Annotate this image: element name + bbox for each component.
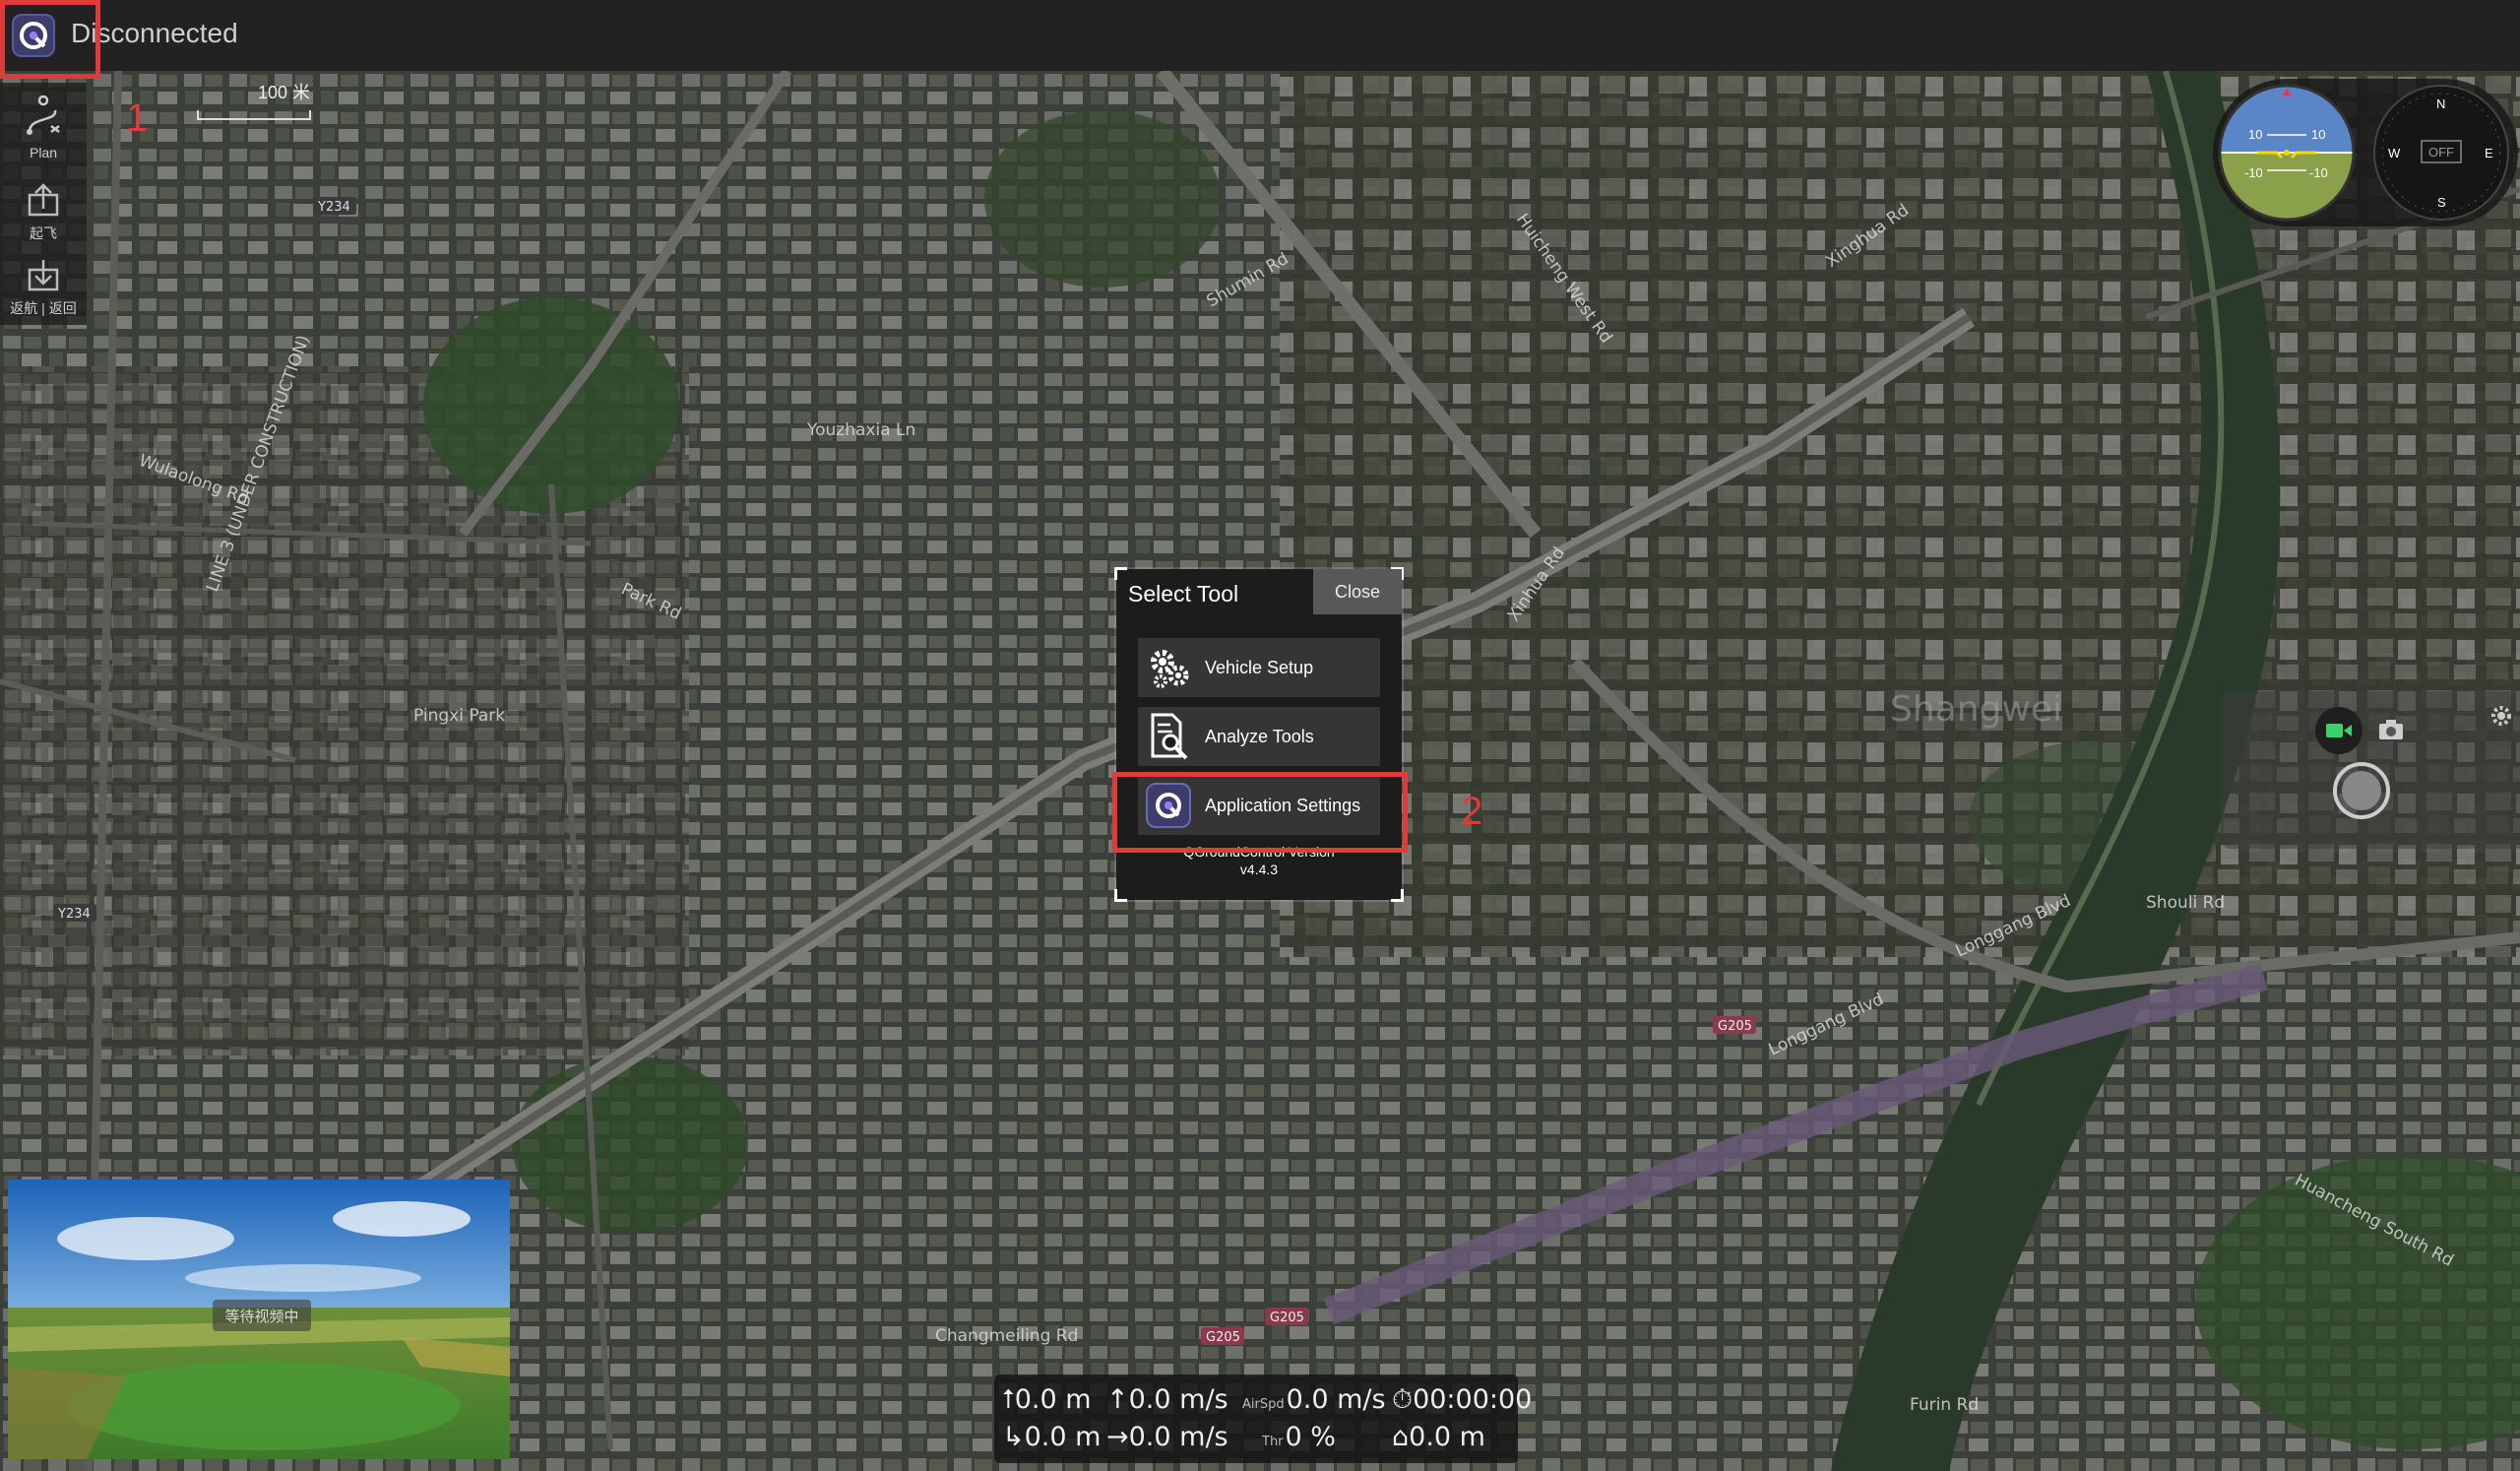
rtl-button[interactable]: 返航 | 返回 xyxy=(0,256,87,318)
analyze-tools-label: Analyze Tools xyxy=(1205,726,1314,746)
compass-s: S xyxy=(2437,195,2446,210)
video-status-label: 等待视频中 xyxy=(213,1300,311,1331)
corner-br xyxy=(1391,889,1404,902)
attitude-label-1: 10 xyxy=(2248,127,2262,142)
analyze-tools-button[interactable]: Analyze Tools xyxy=(1138,707,1380,766)
dialog-header: Select Tool Close xyxy=(1116,569,1402,616)
qgc-logo-icon xyxy=(12,14,55,57)
ground-speed-value: →0.0 m/s xyxy=(1106,1422,1228,1452)
version-number: v4.4.3 xyxy=(1239,862,1279,877)
scale-bar xyxy=(197,110,311,120)
connection-status: Disconnected xyxy=(71,18,238,48)
camera-control-panel xyxy=(2221,691,2520,849)
compass-w: W xyxy=(2388,146,2401,160)
distance-value: ↳0.0 m xyxy=(1002,1422,1102,1452)
qgc-logo-icon xyxy=(1144,781,1193,830)
svg-text:G205: G205 xyxy=(1206,1330,1240,1345)
gears-icon xyxy=(1144,643,1193,692)
application-settings-button[interactable]: Application Settings xyxy=(1138,776,1380,835)
airspeed-value: AirSpd0.0 m/s xyxy=(1242,1384,1386,1415)
plan-icon xyxy=(22,95,65,142)
ground-speed-icon: → xyxy=(1106,1422,1129,1452)
throttle-tag: Thr xyxy=(1262,1435,1284,1449)
attitude-indicator xyxy=(2220,86,2354,220)
altitude-value: ⭡0.0 m xyxy=(1002,1384,1092,1415)
corner-bl xyxy=(1114,889,1127,902)
scale-label: 100 米 xyxy=(258,83,311,102)
version-title: QGroundControl Version xyxy=(1183,844,1335,860)
climb-icon: ↑ xyxy=(1106,1384,1129,1415)
attitude-label-3: -10 xyxy=(2244,165,2263,180)
vehicle-setup-button[interactable]: Vehicle Setup xyxy=(1138,638,1380,697)
vertical-speed-value: ↑0.0 m/s xyxy=(1106,1384,1228,1415)
gear-icon xyxy=(2491,706,2511,726)
video-thumbnail[interactable]: 等待视频中 xyxy=(8,1180,510,1459)
timer-icon: ⏱ xyxy=(1392,1384,1414,1415)
select-tool-dialog: Select Tool Close Vehicle Setup Analyze … xyxy=(1114,567,1404,902)
takeoff-button[interactable]: 起飞 xyxy=(0,181,87,243)
close-button[interactable]: Close xyxy=(1313,569,1402,614)
svg-text:Shangwei: Shangwei xyxy=(1890,689,2062,730)
video-camera-icon xyxy=(2326,724,2352,737)
annotation-marker-1: 1 xyxy=(126,96,149,140)
compass-center: OFF xyxy=(2428,145,2454,160)
shutter-button[interactable] xyxy=(2333,762,2390,819)
compass: N S E W OFF xyxy=(2373,85,2509,221)
return-icon xyxy=(24,260,63,295)
dialog-title: Select Tool xyxy=(1128,581,1239,607)
vehicle-setup-label: Vehicle Setup xyxy=(1205,657,1314,677)
takeoff-label: 起飞 xyxy=(30,225,57,241)
left-toolbar: Plan 起飞 返航 | 返回 xyxy=(0,83,87,325)
home-icon: ⌂ xyxy=(1392,1422,1410,1452)
svg-text:G205: G205 xyxy=(1270,1311,1304,1325)
shutter-inner xyxy=(2342,771,2381,810)
rtl-label: 返航 | 返回 xyxy=(10,300,77,316)
camera-settings-button[interactable] xyxy=(2488,703,2514,729)
telemetry-bar: ⭡0.0 m ↑0.0 m/s AirSpd0.0 m/s ⏱00:00:00 … xyxy=(994,1375,1532,1463)
takeoff-icon xyxy=(24,183,63,221)
top-toolbar: Disconnected xyxy=(0,0,2520,71)
compass-n: N xyxy=(2436,96,2445,111)
plan-label: Plan xyxy=(29,145,58,160)
svg-text:Youzhaxia Ln: Youzhaxia Ln xyxy=(806,420,915,440)
throttle-value: Thr0 % xyxy=(1262,1422,1336,1452)
attitude-label-4: -10 xyxy=(2309,165,2328,180)
distance-icon: ↳ xyxy=(1002,1422,1025,1452)
svg-text:Y234: Y234 xyxy=(57,907,91,922)
annotation-marker-2: 2 xyxy=(1461,790,1483,833)
svg-text:Shouli Rd: Shouli Rd xyxy=(2146,893,2225,913)
application-settings-label: Application Settings xyxy=(1205,795,1361,815)
video-mode-button[interactable] xyxy=(2315,707,2362,754)
plan-tool-button[interactable]: Plan xyxy=(0,93,87,160)
attitude-label-2: 10 xyxy=(2311,127,2325,142)
home-distance-value: ⌂0.0 m xyxy=(1392,1422,1485,1452)
altitude-icon: ⭡ xyxy=(1002,1384,1015,1415)
version-info: QGroundControl Version v4.4.3 xyxy=(1116,843,1402,878)
svg-text:Furin Rd: Furin Rd xyxy=(1910,1395,1979,1415)
photo-mode-button[interactable] xyxy=(2376,715,2406,744)
qgc-menu-button[interactable] xyxy=(4,4,63,67)
map-scale: 100 米 xyxy=(197,79,313,122)
flight-time-value: ⏱00:00:00 xyxy=(1392,1384,1533,1415)
compass-e: E xyxy=(2485,146,2493,160)
analyze-icon xyxy=(1144,712,1193,761)
svg-text:Changmeiling Rd: Changmeiling Rd xyxy=(935,1326,1078,1346)
svg-text:Pingxi Park: Pingxi Park xyxy=(413,706,505,726)
svg-text:Y234: Y234 xyxy=(317,200,350,215)
airspeed-tag: AirSpd xyxy=(1242,1397,1285,1412)
flight-instruments[interactable]: 10 10 -10 -10 N S E W OFF xyxy=(2213,79,2518,226)
svg-text:G205: G205 xyxy=(1718,1019,1752,1034)
photo-camera-icon xyxy=(2379,720,2403,739)
